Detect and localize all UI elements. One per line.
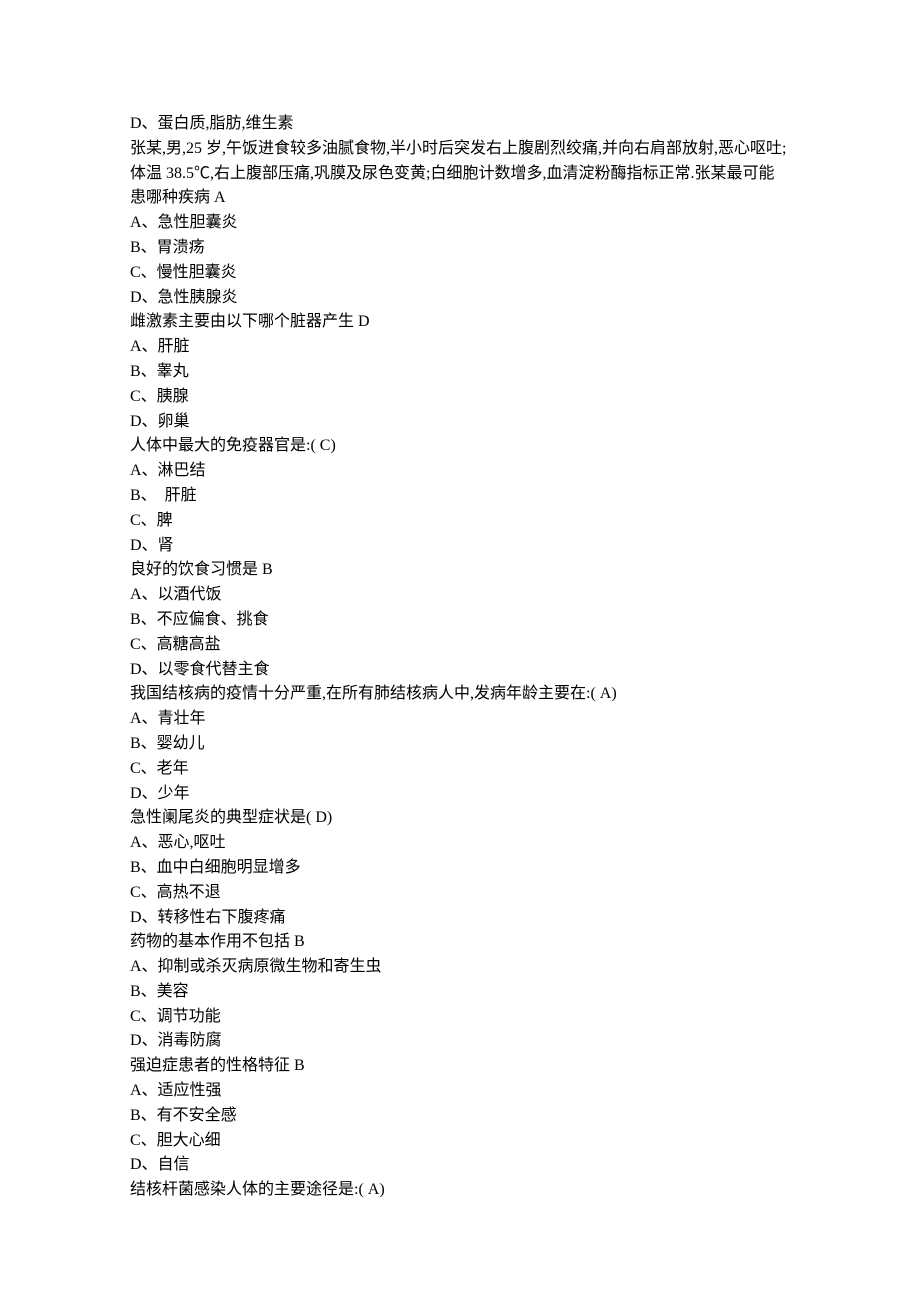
- text-line: 雌激素主要由以下哪个脏器产生 D: [130, 310, 790, 335]
- text-line: A、肝脏: [130, 335, 790, 360]
- text-line: 急性阑尾炎的典型症状是( D): [130, 806, 790, 831]
- text-line: D、蛋白质,脂肪,维生素: [130, 112, 790, 137]
- text-line: A、淋巴结: [130, 459, 790, 484]
- text-line: D、以零食代替主食: [130, 658, 790, 683]
- text-line: 结核杆菌感染人体的主要途径是:( A): [130, 1178, 790, 1203]
- text-line: B、血中白细胞明显增多: [130, 856, 790, 881]
- text-line: A、恶心,呕吐: [130, 831, 790, 856]
- text-line: C、慢性胆囊炎: [130, 261, 790, 286]
- text-line: D、消毒防腐: [130, 1029, 790, 1054]
- text-line: D、转移性右下腹疼痛: [130, 906, 790, 931]
- text-line: A、青壮年: [130, 707, 790, 732]
- document-page: D、蛋白质,脂肪,维生素 张某,男,25 岁,午饭进食较多油腻食物,半小时后突发…: [0, 0, 920, 1302]
- text-line: C、胰腺: [130, 385, 790, 410]
- text-line: C、调节功能: [130, 1005, 790, 1030]
- text-line: A、适应性强: [130, 1079, 790, 1104]
- text-line: 人体中最大的免疫器官是:( C): [130, 434, 790, 459]
- text-line: C、脾: [130, 509, 790, 534]
- text-line: B、婴幼儿: [130, 732, 790, 757]
- text-line: B、 肝脏: [130, 484, 790, 509]
- text-line: A、抑制或杀灭病原微生物和寄生虫: [130, 955, 790, 980]
- text-line: C、高糖高盐: [130, 633, 790, 658]
- text-line: D、少年: [130, 782, 790, 807]
- text-line: C、老年: [130, 757, 790, 782]
- text-line: C、高热不退: [130, 881, 790, 906]
- text-line: D、卵巢: [130, 410, 790, 435]
- text-line: B、有不安全感: [130, 1104, 790, 1129]
- text-line: B、不应偏食、挑食: [130, 608, 790, 633]
- text-line: B、美容: [130, 980, 790, 1005]
- text-line: C、胆大心细: [130, 1129, 790, 1154]
- text-line: A、以酒代饭: [130, 583, 790, 608]
- text-line: D、急性胰腺炎: [130, 286, 790, 311]
- text-line: 良好的饮食习惯是 B: [130, 558, 790, 583]
- text-line: A、急性胆囊炎: [130, 211, 790, 236]
- text-line: B、睾丸: [130, 360, 790, 385]
- text-line: 强迫症患者的性格特征 B: [130, 1054, 790, 1079]
- text-line: D、肾: [130, 534, 790, 559]
- text-line: 张某,男,25 岁,午饭进食较多油腻食物,半小时后突发右上腹剧烈绞痛,并向右肩部…: [130, 137, 790, 211]
- text-line: B、胃溃疡: [130, 236, 790, 261]
- text-line: 药物的基本作用不包括 B: [130, 930, 790, 955]
- text-line: 我国结核病的疫情十分严重,在所有肺结核病人中,发病年龄主要在:( A): [130, 682, 790, 707]
- text-line: D、自信: [130, 1153, 790, 1178]
